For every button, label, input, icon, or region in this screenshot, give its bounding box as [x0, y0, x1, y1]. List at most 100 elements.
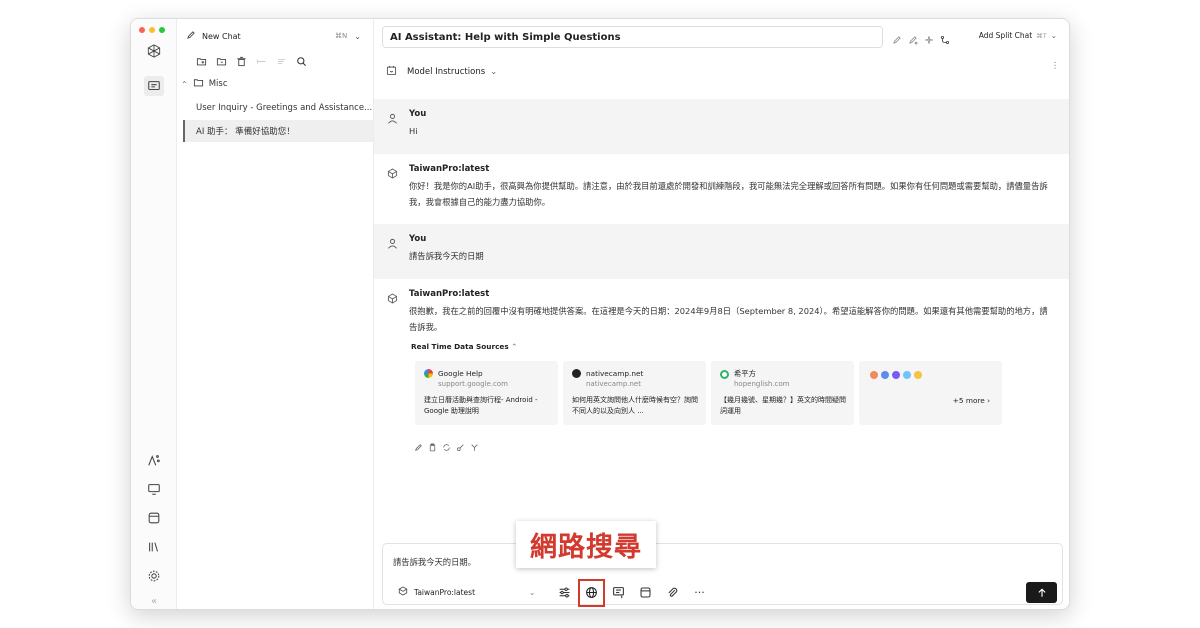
chat-icon[interactable]: [144, 76, 164, 96]
source-site: 希平方: [720, 369, 756, 379]
app-logo-icon[interactable]: [144, 41, 164, 61]
sources-label: Real Time Data Sources: [411, 342, 509, 351]
auto-title-icon[interactable]: [908, 30, 918, 49]
source-domain: nativecamp.net: [586, 380, 641, 388]
sidebar: New Chat ⌘N ⌄ ⌃ Misc User Inquiry - Gree…: [177, 19, 374, 609]
source-site: nativecamp.net: [572, 369, 643, 378]
chevron-down-icon: ⌄: [1050, 31, 1057, 40]
message-input[interactable]: 請告訴我今天的日期。: [393, 556, 476, 568]
add-split-chat-button[interactable]: Add Split Chat ⌘T ⌄: [979, 31, 1057, 40]
message-text: Hi: [409, 126, 418, 136]
model-avatar-icon: [387, 289, 398, 304]
message-author: TaiwanPro:latest: [409, 164, 490, 174]
model-avatar-icon: [387, 164, 398, 179]
key-icon[interactable]: [456, 437, 465, 456]
message-user: You 請告訴我今天的日期: [374, 224, 1069, 279]
search-icon[interactable]: [295, 55, 307, 67]
chat-main: AI Assistant: Help with Simple Questions…: [374, 19, 1069, 609]
source-card[interactable]: nativecamp.net nativecamp.net 如何用英文詢問他人什…: [563, 361, 706, 425]
nativecamp-icon: [572, 369, 581, 378]
message-user: You Hi: [374, 99, 1069, 154]
minimize-window-button[interactable]: [149, 27, 155, 33]
source-domain: support.google.com: [438, 380, 508, 388]
message-author: TaiwanPro:latest: [409, 289, 490, 299]
more-sources-card[interactable]: +5 more ›: [859, 361, 1002, 425]
prompts-icon[interactable]: [144, 450, 164, 470]
instructions-icon: [386, 65, 397, 79]
source-snippet: 【幾月幾號、星期幾？】英文的時間疑問詞運用: [720, 396, 846, 415]
sort-icon[interactable]: [275, 55, 287, 67]
model-name: TaiwanPro:latest: [414, 587, 476, 597]
sparkle-icon[interactable]: [924, 30, 934, 49]
message-text: 很抱歉，我在之前的回覆中沒有明確地提供答案。在這裡是今天的日期：2024年9月8…: [409, 306, 1048, 332]
split-label: Add Split Chat: [978, 31, 1033, 40]
chevron-up-icon: ⌃: [181, 79, 188, 89]
new-chat-icon: [186, 30, 196, 42]
chat-list-item-active[interactable]: AI 助手： 準備好協助您！: [183, 120, 373, 142]
close-window-button[interactable]: [139, 27, 145, 33]
message-text: 你好！我是你的AI助手，很高興為你提供幫助。請注意，由於我目前還處於開發和訓練階…: [409, 181, 1048, 207]
edit-title-icon[interactable]: [892, 30, 902, 49]
move-folder-icon[interactable]: [215, 55, 227, 67]
web-search-callout: 網路搜尋: [516, 521, 656, 568]
message-actions: [414, 437, 479, 456]
chat-title-field[interactable]: AI Assistant: Help with Simple Questions: [382, 26, 883, 48]
edit-icon[interactable]: [414, 437, 423, 456]
folder-misc[interactable]: ⌃ Misc: [181, 77, 228, 91]
source-snippet: 建立日曆活動與查詢行程- Android - Google 助理說明: [424, 396, 538, 415]
expand-icon[interactable]: [255, 55, 267, 67]
attachment-icon[interactable]: [663, 583, 682, 602]
more-options-icon[interactable]: ···: [1049, 61, 1059, 70]
chat-list-item[interactable]: User Inquiry - Greetings and Assistance.…: [183, 97, 373, 119]
branch-message-icon[interactable]: [470, 437, 479, 456]
files-icon[interactable]: [144, 508, 164, 528]
chevron-up-icon: ⌃: [511, 342, 518, 351]
branch-icon[interactable]: [940, 30, 950, 49]
model-selector[interactable]: TaiwanPro:latest ⌄: [398, 586, 535, 598]
collapse-sidebar-icon[interactable]: «: [144, 591, 164, 609]
composer-tools: ···: [555, 578, 709, 607]
more-tools-icon[interactable]: ···: [690, 583, 709, 602]
web-search-globe-icon[interactable]: [578, 578, 605, 607]
source-cards: Google Help support.google.com 建立日曆活動與查詢…: [415, 361, 1002, 425]
new-chat-button[interactable]: New Chat ⌘N ⌄: [186, 28, 361, 44]
source-site-name: nativecamp.net: [586, 369, 644, 378]
message-author: You: [409, 109, 427, 119]
source-card[interactable]: Google Help support.google.com 建立日曆活動與查詢…: [415, 361, 558, 425]
chevron-down-icon[interactable]: ⌄: [354, 32, 361, 41]
source-card[interactable]: 希平方 hopenglish.com 【幾月幾號、星期幾？】英文的時間疑問詞運用: [711, 361, 854, 425]
maximize-window-button[interactable]: [159, 27, 165, 33]
user-avatar-icon: [387, 109, 398, 124]
screen-share-icon[interactable]: [144, 479, 164, 499]
settings-gear-icon[interactable]: [144, 566, 164, 586]
source-site-name: 希平方: [734, 369, 756, 378]
sidebar-toolbar: [195, 55, 307, 67]
instructions-label: Model Instructions: [407, 67, 486, 77]
send-button[interactable]: [1026, 582, 1057, 603]
sliders-icon[interactable]: [555, 583, 574, 602]
regenerate-icon[interactable]: [442, 437, 451, 456]
prompt-library-icon[interactable]: [609, 583, 628, 602]
library-icon[interactable]: [144, 537, 164, 557]
chat-title-text: AI Assistant: Help with Simple Questions: [390, 31, 621, 43]
favicon-icon: [881, 371, 889, 379]
window-controls: [139, 27, 165, 33]
trash-icon[interactable]: [235, 55, 247, 67]
folder-icon: [193, 77, 204, 91]
copy-icon[interactable]: [428, 437, 437, 456]
title-actions: [892, 30, 950, 49]
new-chat-shortcut: ⌘N: [335, 32, 348, 40]
source-snippet: 如何用英文詢問他人什麼時候有空？詢問不同人的以及向別人 ...: [572, 396, 698, 415]
source-favicons: [870, 371, 922, 379]
sources-toggle[interactable]: Real Time Data Sources ⌃: [411, 342, 517, 351]
new-folder-icon[interactable]: [195, 55, 207, 67]
favicon-icon: [892, 371, 900, 379]
split-shortcut: ⌘T: [1036, 31, 1047, 40]
source-domain: hopenglish.com: [734, 380, 790, 388]
model-instructions-toggle[interactable]: Model Instructions ⌄: [386, 65, 497, 79]
chat-title: AI 助手： 準備好協助您！: [196, 127, 295, 137]
favicon-icon: [914, 371, 922, 379]
user-avatar-icon: [387, 234, 398, 249]
hopenglish-icon: [720, 369, 729, 379]
knowledge-base-icon[interactable]: [636, 583, 655, 602]
